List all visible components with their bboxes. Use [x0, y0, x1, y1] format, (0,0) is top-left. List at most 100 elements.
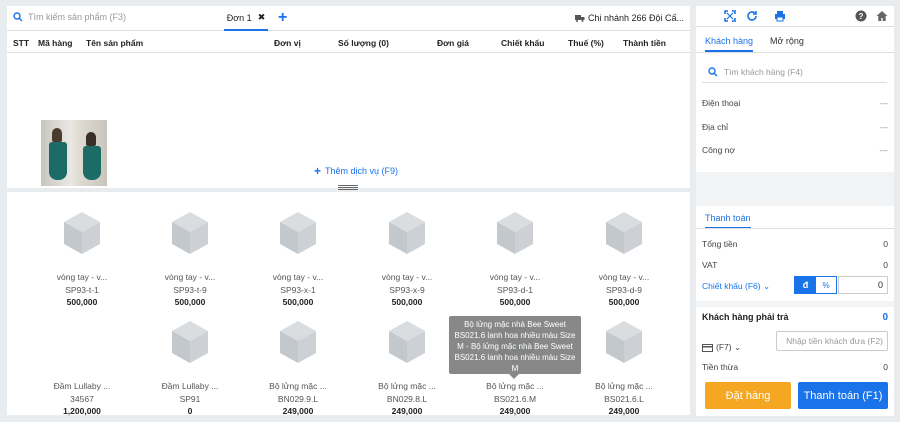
discount-mode-percent[interactable]: % [816, 277, 836, 293]
checkout-toolbar: ? [696, 6, 894, 27]
add-service-button[interactable]: + Thêm dịch vụ (F9) [314, 164, 398, 178]
product-price: 500,000 [391, 297, 423, 307]
col-total: Thành tiền [623, 38, 666, 48]
customer-search[interactable]: Tìm khách hàng (F4) [702, 61, 887, 83]
tab-order-label: Đơn 1 [226, 12, 252, 23]
box-icon [62, 210, 102, 256]
product-photo-lullaby[interactable] [41, 120, 107, 186]
box-icon [278, 210, 318, 256]
product-price: 249,000 [608, 406, 640, 416]
payable-label: Khách hàng phải trả [702, 312, 789, 322]
col-name: Tên sản phẩm [86, 38, 144, 48]
place-order-button[interactable]: Đặt hàng [705, 382, 791, 409]
product-card[interactable]: vòng tay - v... SP93-t-9 500,000 [140, 200, 240, 310]
col-unit: Đơn vị [274, 38, 301, 48]
product-name: Đầm Lullaby ... [161, 381, 219, 391]
tab-payment[interactable]: Thanh toán [705, 213, 751, 229]
change-row: Tiền thừa 0 [702, 362, 888, 372]
order-topbar: Tìm kiếm sản phẩm (F3) Đơn 1 ✖ + Chi nhá… [7, 6, 690, 31]
info-phone: Điện thoại --- [702, 98, 888, 108]
section-divider [696, 172, 894, 206]
product-card[interactable]: Đầm Lullaby ... 34567 1,200,000 [32, 309, 132, 419]
box-icon [604, 319, 644, 365]
box-icon [278, 319, 318, 365]
fullscreen-icon[interactable] [724, 10, 736, 22]
product-code: SP93-x-1 [280, 285, 316, 295]
product-name: Bộ lửng mặc ... [378, 381, 436, 391]
product-card[interactable]: vòng tay - v... SP93-t-1 500,000 [32, 200, 132, 310]
info-address: Địa chỉ --- [702, 122, 888, 132]
product-search-input[interactable]: Tìm kiếm sản phẩm (F3) [28, 12, 126, 22]
payable-value: 0 [882, 312, 888, 323]
product-price: 500,000 [174, 297, 206, 307]
total-row: Tổng tiền 0 [702, 239, 888, 249]
info-value: --- [879, 98, 889, 108]
product-name: vòng tay - v... [489, 272, 541, 282]
cash-input[interactable]: Nhập tiền khách đưa (F2) [776, 331, 888, 351]
svg-text:?: ? [859, 12, 864, 21]
discount-mode-toggle: đ % [794, 276, 837, 294]
product-price: 1,200,000 [63, 406, 101, 416]
vat-value: 0 [883, 260, 888, 270]
product-search[interactable]: Tìm kiếm sản phẩm (F3) [13, 12, 126, 22]
product-price: 249,000 [282, 406, 314, 416]
col-stt: STT [13, 38, 30, 48]
product-code: BN029.9.L [277, 394, 319, 404]
tab-customer[interactable]: Khách hàng [705, 36, 754, 52]
truck-icon [574, 15, 585, 22]
box-icon [604, 210, 644, 256]
vat-label: VAT [702, 260, 718, 270]
product-card[interactable]: vòng tay - v... SP93-x-9 500,000 [357, 200, 457, 310]
add-order-button[interactable]: + [278, 10, 287, 26]
product-tooltip: Bộ lửng mặc nhà Bee Sweet BS021.6 lanh h… [449, 316, 581, 379]
pay-button[interactable]: Thanh toán (F1) [798, 382, 888, 409]
discount-mode-currency[interactable]: đ [795, 277, 816, 293]
print-icon[interactable] [774, 10, 786, 22]
tab-extended[interactable]: Mở rộng [770, 36, 804, 46]
total-label: Tổng tiền [702, 239, 738, 249]
credit-card-icon [702, 343, 713, 352]
product-card[interactable]: Bộ lửng mặc ... BN029.8.L 249,000 [357, 309, 457, 419]
panel-resize-handle[interactable] [338, 185, 358, 190]
box-icon [387, 319, 427, 365]
product-card[interactable]: Bộ lửng mặc ... BS021.6.L 249,000 [574, 309, 674, 419]
payment-tab-line [696, 228, 894, 229]
tab-order-1[interactable]: Đơn 1 ✖ [224, 6, 268, 31]
product-name: vòng tay - v... [598, 272, 650, 282]
product-card[interactable]: Bộ lửng mặc ... BN029.9.L 249,000 [248, 309, 348, 419]
branch-selector[interactable]: Chi nhánh 266 Đội Cấ... [574, 13, 684, 23]
customer-search-input[interactable]: Tìm khách hàng (F4) [724, 67, 803, 77]
payment-method-dropdown[interactable]: (F7) ⌄ [702, 342, 741, 353]
product-price: 249,000 [391, 406, 423, 416]
product-name: vòng tay - v... [381, 272, 433, 282]
order-panel: Tìm kiếm sản phẩm (F3) Đơn 1 ✖ + Chi nhá… [7, 6, 690, 188]
product-code: SP93-d-1 [497, 285, 533, 295]
close-icon[interactable]: ✖ [258, 12, 266, 23]
discount-input[interactable]: 0 [838, 276, 888, 294]
plus-icon: + [314, 164, 322, 178]
payable-row: Khách hàng phải trả 0 [702, 312, 888, 323]
product-name: vòng tay - v... [56, 272, 108, 282]
product-card[interactable]: vòng tay - v... SP93-d-1 500,000 [465, 200, 565, 310]
home-icon[interactable] [876, 10, 888, 22]
product-price: 500,000 [66, 297, 98, 307]
product-code: SP91 [179, 394, 201, 404]
info-value: --- [879, 145, 889, 155]
col-discount: Chiết khấu [501, 38, 545, 48]
col-code: Mã hàng [38, 38, 73, 48]
product-price: 500,000 [282, 297, 314, 307]
change-value: 0 [883, 362, 888, 372]
help-icon[interactable]: ? [855, 10, 867, 22]
product-card[interactable]: vòng tay - v... SP93-x-1 500,000 [248, 200, 348, 310]
discount-dropdown[interactable]: Chiết khấu (F6) ⌄ [702, 281, 770, 292]
product-name: vòng tay - v... [272, 272, 324, 282]
col-price: Đơn giá [437, 38, 470, 48]
product-name: Bộ lửng mặc ... [269, 381, 327, 391]
product-code: SP93-x-9 [389, 285, 425, 295]
box-icon [387, 210, 427, 256]
box-icon [495, 210, 535, 256]
product-card[interactable]: vòng tay - v... SP93-d-9 500,000 [574, 200, 674, 310]
box-icon [170, 210, 210, 256]
refresh-icon[interactable] [746, 10, 758, 22]
product-card[interactable]: Đầm Lullaby ... SP91 0 [140, 309, 240, 419]
